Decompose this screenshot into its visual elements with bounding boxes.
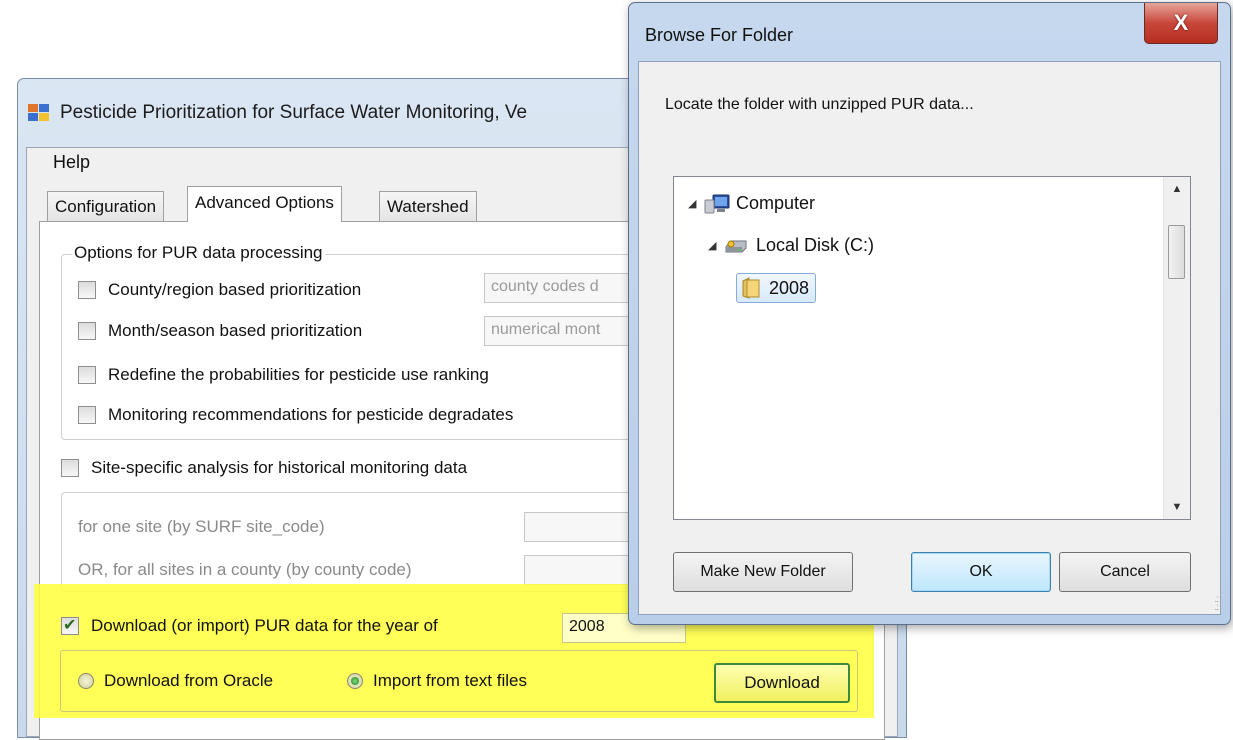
county-prioritization-label: County/region based prioritization bbox=[108, 280, 362, 299]
county-prioritization-row[interactable]: County/region based prioritization bbox=[78, 280, 361, 300]
tab-configuration[interactable]: Configuration bbox=[47, 191, 165, 221]
scrollbar-thumb[interactable] bbox=[1168, 225, 1185, 279]
tree-label-2008: 2008 bbox=[769, 277, 810, 298]
pur-options-group-title: Options for PUR data processing bbox=[72, 243, 325, 263]
site-code-input[interactable] bbox=[524, 512, 634, 542]
download-pur-label: Download (or import) PUR data for the ye… bbox=[91, 616, 438, 635]
computer-icon bbox=[704, 194, 730, 214]
browse-folder-dialog: Browse For Folder X Locate the folder wi… bbox=[628, 2, 1231, 625]
download-pur-checkbox[interactable] bbox=[61, 615, 79, 635]
redefine-probabilities-label: Redefine the probabilities for pesticide… bbox=[108, 365, 489, 384]
folder-tree[interactable]: ◢ Computer ◢ Local Disk (C:) 2008 ▲ ▼ bbox=[673, 176, 1191, 520]
dialog-title: Browse For Folder bbox=[645, 25, 794, 45]
download-oracle-label: Download from Oracle bbox=[104, 671, 274, 690]
tree-label-computer: Computer bbox=[736, 193, 816, 213]
degradates-checkbox[interactable] bbox=[78, 406, 96, 424]
download-oracle-radio[interactable] bbox=[78, 673, 94, 689]
tab-advanced-options[interactable]: Advanced Options bbox=[187, 186, 342, 222]
import-text-radio[interactable] bbox=[347, 673, 363, 689]
app-icon bbox=[28, 104, 50, 122]
import-text-label: Import from text files bbox=[373, 671, 527, 690]
import-text-option[interactable]: Import from text files bbox=[347, 671, 527, 691]
all-sites-label: OR, for all sites in a county (by county… bbox=[78, 560, 412, 579]
scroll-up-arrow-icon[interactable]: ▲ bbox=[1164, 183, 1190, 195]
county-prioritization-checkbox[interactable] bbox=[78, 281, 96, 299]
scroll-down-arrow-icon[interactable]: ▼ bbox=[1164, 501, 1190, 513]
redefine-probabilities-checkbox[interactable] bbox=[78, 366, 96, 384]
county-code-input[interactable] bbox=[524, 555, 634, 585]
tree-label-local-disk: Local Disk (C:) bbox=[756, 235, 875, 255]
download-oracle-option[interactable]: Download from Oracle bbox=[78, 671, 273, 691]
month-prioritization-label: Month/season based prioritization bbox=[108, 321, 363, 340]
expanded-arrow-icon[interactable]: ◢ bbox=[688, 197, 704, 210]
local-disk-icon bbox=[724, 238, 748, 254]
folder-icon bbox=[741, 277, 761, 299]
make-new-folder-button[interactable]: Make New Folder bbox=[673, 552, 853, 592]
tab-watershed[interactable]: Watershed bbox=[379, 191, 477, 221]
download-button[interactable]: Download bbox=[714, 663, 850, 703]
menu-help[interactable]: Help bbox=[49, 150, 94, 175]
main-title-bar: Pesticide Prioritization for Surface Wat… bbox=[28, 79, 527, 147]
download-pur-row[interactable]: Download (or import) PUR data for the ye… bbox=[61, 615, 438, 636]
resize-grip-icon[interactable]: .:.: bbox=[1214, 595, 1218, 613]
degradates-row[interactable]: Monitoring recommendations for pesticide… bbox=[78, 405, 630, 425]
dialog-message: Locate the folder with unzipped PUR data… bbox=[665, 96, 974, 113]
ok-button[interactable]: OK bbox=[911, 552, 1051, 592]
one-site-label: for one site (by SURF site_code) bbox=[78, 517, 325, 536]
tree-vertical-scrollbar[interactable]: ▲ ▼ bbox=[1163, 177, 1190, 519]
tree-item-computer[interactable]: ◢ Computer bbox=[688, 193, 815, 214]
tree-item-local-disk[interactable]: ◢ Local Disk (C:) bbox=[708, 235, 874, 256]
degradates-label: Monitoring recommendations for pesticide… bbox=[108, 405, 514, 424]
site-specific-checkbox[interactable] bbox=[61, 459, 79, 477]
redefine-probabilities-row[interactable]: Redefine the probabilities for pesticide… bbox=[78, 365, 489, 385]
close-button[interactable]: X bbox=[1144, 3, 1218, 44]
close-icon: X bbox=[1173, 10, 1189, 35]
month-codes-input[interactable]: numerical mont bbox=[484, 316, 644, 346]
expanded-arrow-icon[interactable]: ◢ bbox=[708, 239, 724, 252]
month-prioritization-checkbox[interactable] bbox=[78, 322, 96, 340]
site-specific-row[interactable]: Site-specific analysis for historical mo… bbox=[61, 458, 467, 478]
month-prioritization-row[interactable]: Month/season based prioritization bbox=[78, 321, 362, 341]
county-codes-input[interactable]: county codes d bbox=[484, 273, 644, 303]
cancel-button[interactable]: Cancel bbox=[1059, 552, 1191, 592]
main-window-title: Pesticide Prioritization for Surface Wat… bbox=[60, 102, 528, 123]
dialog-client-area: Locate the folder with unzipped PUR data… bbox=[638, 61, 1221, 615]
site-specific-label: Site-specific analysis for historical mo… bbox=[91, 458, 468, 477]
tree-item-2008-folder[interactable]: 2008 bbox=[736, 273, 817, 303]
